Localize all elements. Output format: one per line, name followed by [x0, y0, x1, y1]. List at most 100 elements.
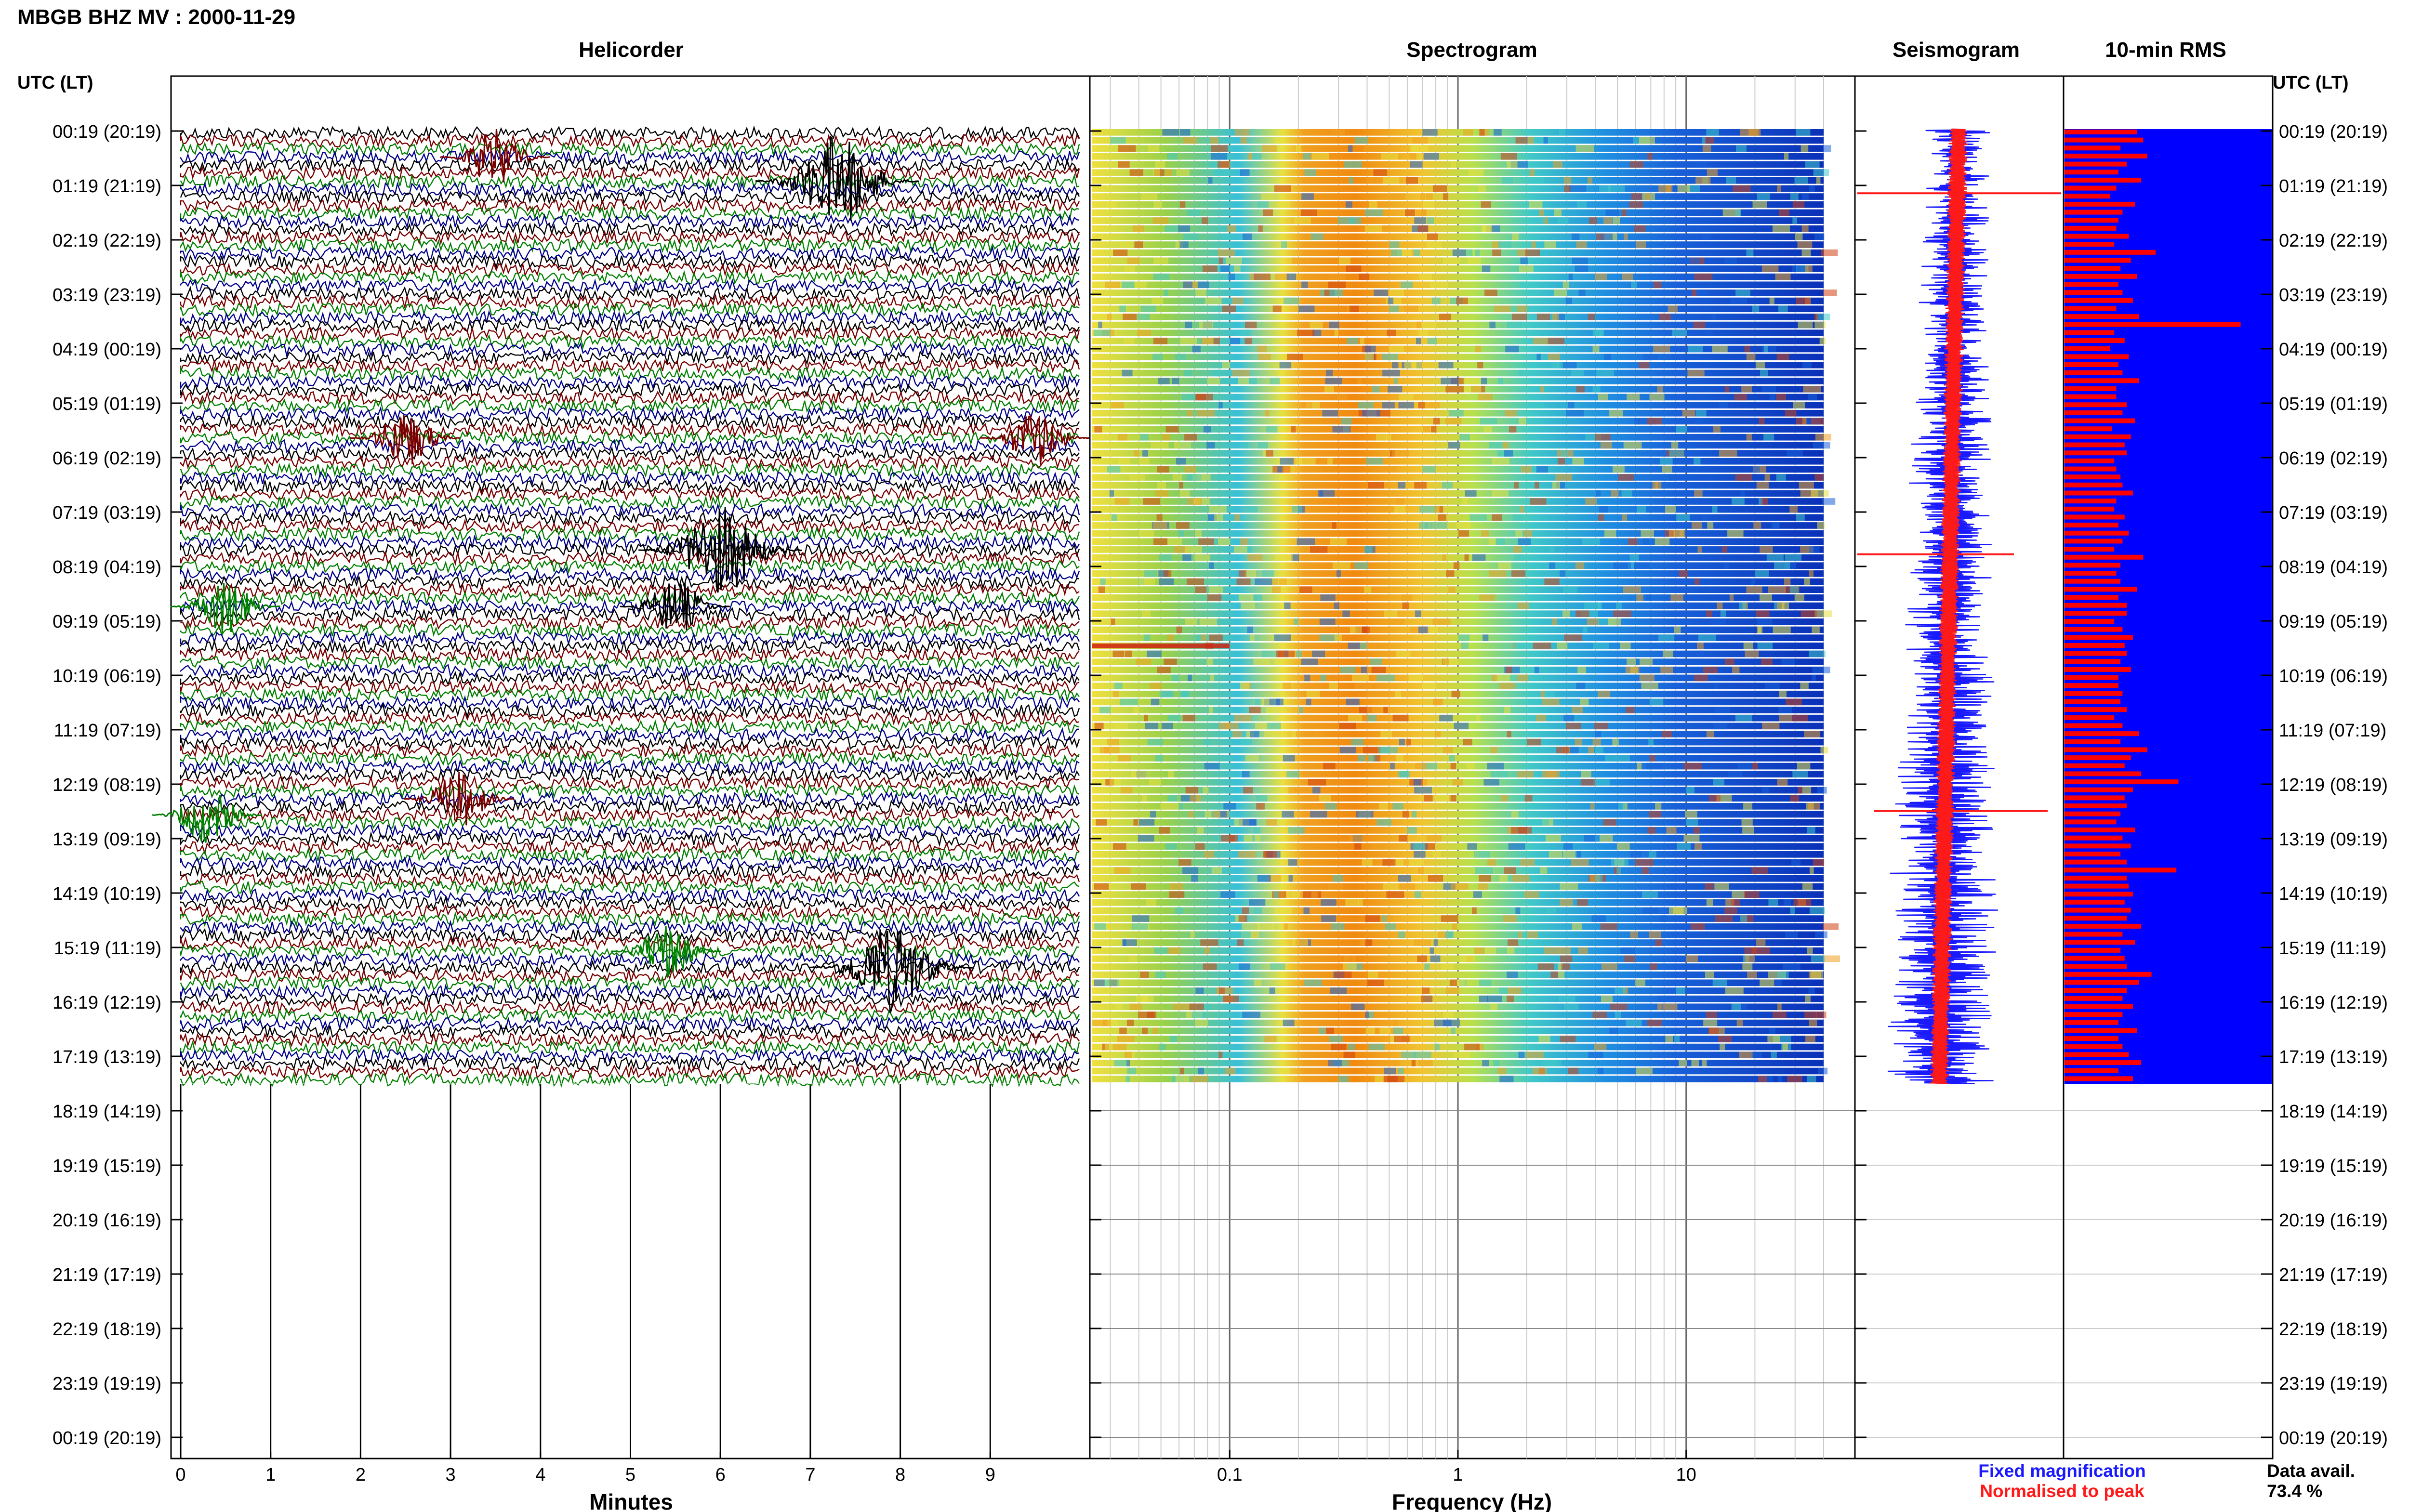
spectrogram-row — [1092, 683, 1824, 689]
rms-bar — [2065, 442, 2125, 447]
time-label-left: 15:19 (11:19) — [54, 938, 161, 959]
rms-bar — [2065, 258, 2131, 263]
rms-bar — [2065, 795, 2125, 801]
spectrogram-row — [1092, 490, 1824, 497]
minute-tick-label: 0 — [175, 1465, 185, 1485]
time-label-right: 11:19 (07:19) — [2279, 721, 2386, 741]
legend-fixed-magnification: Fixed magnification — [1978, 1461, 2145, 1481]
rms-bar — [2065, 362, 2118, 368]
rms-bar — [2065, 996, 2123, 1001]
rms-bar — [2065, 691, 2123, 696]
spectrogram-row — [1092, 698, 1824, 706]
rms-bar — [2065, 883, 2129, 889]
rms-bar — [2065, 603, 2127, 608]
time-label-left: 17:19 (13:19) — [53, 1047, 161, 1067]
rms-bar — [2065, 835, 2123, 841]
rms-bar — [2065, 499, 2117, 504]
time-label-left: 01:19 (21:19) — [53, 176, 161, 197]
rms-bar — [2065, 627, 2123, 632]
time-label-left: 10:19 (06:19) — [53, 666, 161, 686]
time-label-right: 01:19 (21:19) — [2279, 176, 2388, 197]
rms-bar — [2065, 707, 2127, 712]
minute-tick-label: 9 — [985, 1465, 995, 1485]
rms-bar — [2065, 547, 2115, 552]
rms-bar — [2065, 819, 2117, 825]
spectrogram-row — [1092, 899, 1824, 906]
spectrogram-row — [1092, 963, 1824, 970]
rms-bar — [2065, 916, 2127, 921]
legend-normalised-to-peak: Normalised to peak — [1980, 1481, 2144, 1501]
rms-bar — [2065, 314, 2139, 319]
frequency-tick-label: 0.1 — [1217, 1465, 1243, 1485]
rms-bar — [2065, 771, 2142, 776]
rms-bar — [2065, 964, 2127, 969]
rms-bar — [2065, 1036, 2118, 1041]
rms-bar — [2065, 1060, 2142, 1065]
page-title: MBGB BHZ MV : 2000-11-29 — [17, 5, 295, 29]
minute-tick-label: 2 — [356, 1465, 366, 1485]
rms-bar — [2065, 274, 2137, 279]
spectrogram-row — [1092, 674, 1824, 682]
spectrogram-row — [1092, 369, 1824, 377]
spectrogram-row — [1092, 233, 1824, 240]
spectrogram-row — [1092, 891, 1824, 898]
spectrogram-row — [1092, 931, 1824, 938]
rms-bar — [2065, 618, 2115, 624]
spectrogram-row — [1092, 819, 1824, 826]
rms-bar — [2065, 980, 2139, 985]
spectrogram-title: Spectrogram — [1406, 38, 1537, 62]
rms-bar — [2065, 225, 2117, 231]
rms-bar — [2065, 1076, 2133, 1081]
spectrogram-row — [1092, 241, 1824, 248]
rms-bar — [2065, 523, 2118, 528]
time-label-right: 07:19 (03:19) — [2279, 503, 2388, 523]
rms-bar — [2065, 153, 2147, 158]
rms-title: 10-min RMS — [2105, 38, 2226, 62]
rms-bar — [2065, 402, 2127, 408]
spectrogram-row — [1092, 193, 1824, 200]
time-label-left: 14:19 (10:19) — [53, 884, 161, 904]
rms-bar — [2065, 667, 2131, 672]
rms-bar — [2065, 1068, 2118, 1073]
rms-bar — [2065, 683, 2118, 688]
rms-bar — [2065, 811, 2121, 816]
frequency-axis-label: Frequency (Hz) — [1392, 1489, 1552, 1512]
helicorder-panel: 0 1 2 3 4 5 6 7 8 9 — [152, 75, 1091, 1485]
spectrogram-row — [1092, 907, 1824, 914]
time-label-left: 19:19 (15:19) — [53, 1156, 161, 1176]
time-label-right: 08:19 (04:19) — [2279, 557, 2388, 578]
rms-bar — [2065, 923, 2142, 929]
time-label-left: 22:19 (18:19) — [53, 1319, 161, 1340]
rms-bar — [2065, 482, 2123, 487]
spectrogram-row — [1092, 755, 1824, 762]
spectrogram-row — [1092, 273, 1824, 280]
spectrogram-anomaly — [1092, 643, 1230, 648]
spectrogram-row — [1092, 305, 1824, 313]
time-label-left: 13:19 (09:19) — [53, 829, 161, 850]
rms-bar — [2065, 956, 2125, 961]
spectrogram-row — [1092, 955, 1824, 962]
rms-bar — [2065, 859, 2127, 865]
time-label-left: 11:19 (07:19) — [54, 721, 161, 741]
minute-tick-label: 7 — [805, 1465, 815, 1485]
spectrogram-row — [1092, 602, 1824, 609]
spectrogram-row — [1092, 995, 1824, 1002]
spectrogram-row — [1092, 329, 1824, 337]
rms-bar — [2065, 330, 2115, 335]
time-label-right: 20:19 (16:19) — [2279, 1210, 2388, 1231]
rms-bar — [2065, 875, 2127, 881]
time-label-right: 00:19 (20:19) — [2279, 1428, 2388, 1448]
rms-bar — [2065, 370, 2123, 375]
time-label-right: 13:19 (09:19) — [2279, 829, 2388, 850]
time-label-left: 06:19 (02:19) — [53, 448, 161, 469]
time-label-right: 19:19 (15:19) — [2279, 1156, 2388, 1176]
rms-bar — [2065, 1020, 2118, 1025]
rms-bar — [2065, 490, 2133, 496]
helicorder-title: Helicorder — [579, 38, 684, 62]
rms-bar — [2065, 394, 2117, 399]
spectrogram-row — [1092, 153, 1824, 160]
rms-bar — [2065, 947, 2121, 953]
time-label-right: 15:19 (11:19) — [2279, 938, 2386, 959]
spectrogram-row — [1092, 354, 1824, 361]
time-label-left: 03:19 (23:19) — [53, 285, 161, 305]
